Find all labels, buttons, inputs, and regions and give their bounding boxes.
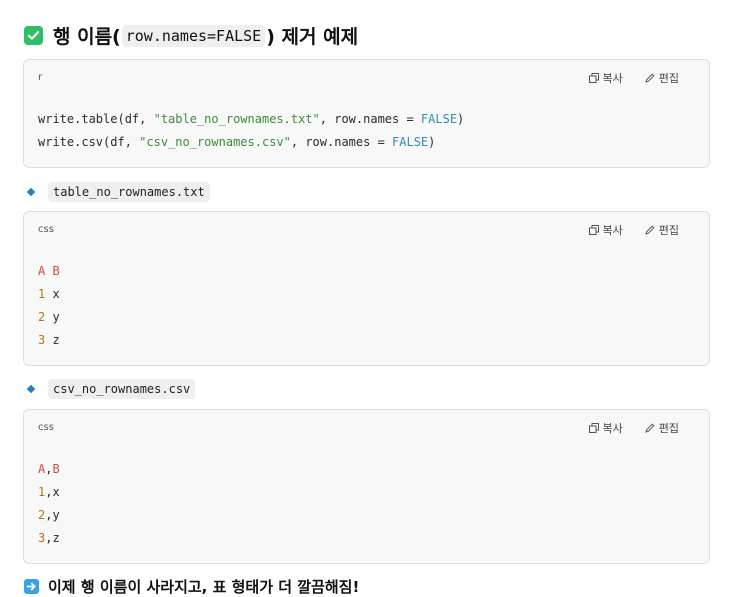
copy-button[interactable]: 복사 [588,70,623,86]
code-token: ,y [45,508,60,522]
code-line: write.csv(df, "csv_no_rownames.csv", row… [38,131,464,154]
copy-icon [588,73,599,83]
code-token: "csv_no_rownames.csv" [139,135,291,149]
code-content: A B 1 x2 y3 z [38,260,60,352]
copy-label: 복사 [602,224,623,237]
summary-line: 이제 행 이름이 사라지고, 표 형태가 더 깔끔해짐! [24,576,359,597]
code-block-css: css 복사 편집 A,B 1,x 2,y 3,z [23,409,710,564]
summary-text: 이제 행 이름이 사라지고, 표 형태가 더 깔끔해짐! [48,578,360,596]
code-token: , row.names = [290,135,393,149]
pencil-icon [644,423,655,433]
pencil-icon [644,225,655,235]
heading-prefix: 행 이름( [53,26,121,48]
code-language-label: r [38,72,43,83]
file-bullet: csv_no_rownames.csv [26,379,196,399]
code-line: 3,z [38,527,60,550]
edit-button[interactable]: 편집 [644,70,679,86]
code-token: ) [457,112,465,126]
code-token: B [52,462,60,476]
edit-label: 편집 [658,422,679,435]
code-line: 2,y [38,504,60,527]
code-token: ,x [45,485,60,499]
heading-suffix: ) 제거 예제 [266,26,359,48]
code-token: ,z [45,531,60,545]
code-actions: 복사 편집 [588,420,679,436]
code-content: write.table(df, "table_no_rownames.txt",… [38,108,464,154]
code-token: "table_no_rownames.txt" [153,112,320,126]
copy-button[interactable]: 복사 [588,420,623,436]
code-token: FALSE [392,135,429,149]
code-token: ) [428,135,436,149]
code-content: A,B 1,x 2,y 3,z [38,458,60,550]
code-line: 1,x [38,481,60,504]
code-actions: 복사 편집 [588,222,679,238]
code-token: y [45,310,60,324]
edit-button[interactable]: 편집 [644,222,679,238]
edit-label: 편집 [658,224,679,237]
code-actions: 복사 편집 [588,70,679,86]
file-name-code: table_no_rownames.txt [48,182,210,202]
code-token: write.table(df, [38,112,154,126]
code-token: write.csv(df, [38,135,140,149]
edit-label: 편집 [658,72,679,85]
code-language-label: css [38,422,54,433]
code-block-r: r 복사 편집 write.table(df, "table_no_rownam… [23,59,710,168]
code-token: x [45,287,60,301]
copy-label: 복사 [602,72,623,85]
copy-icon [588,225,599,235]
code-line: A,B [38,458,60,481]
check-box-icon [24,26,43,45]
pencil-icon [644,73,655,83]
file-bullet: table_no_rownames.txt [26,182,210,202]
code-token: z [45,333,60,347]
code-block-css: css 복사 편집 A B 1 x2 y3 z [23,211,710,366]
diamond-icon [26,384,36,394]
code-line: write.table(df, "table_no_rownames.txt",… [38,108,464,131]
file-name-code: csv_no_rownames.csv [48,379,196,399]
code-line: 3 z [38,329,60,352]
code-token: A B [38,264,60,278]
section-heading: 행 이름( row.names=FALSE ) 제거 예제 [24,22,358,49]
copy-button[interactable]: 복사 [588,222,623,238]
edit-button[interactable]: 편집 [644,420,679,436]
code-language-label: css [38,224,54,235]
copy-label: 복사 [602,422,623,435]
code-line: 1 x [38,283,60,306]
heading-inline-code: row.names=FALSE [121,24,266,47]
copy-icon [588,423,599,433]
code-line: A B [38,260,60,283]
code-token: , row.names = [319,112,421,126]
code-token: FALSE [420,112,458,126]
diamond-icon [26,187,36,197]
code-line: 2 y [38,306,60,329]
